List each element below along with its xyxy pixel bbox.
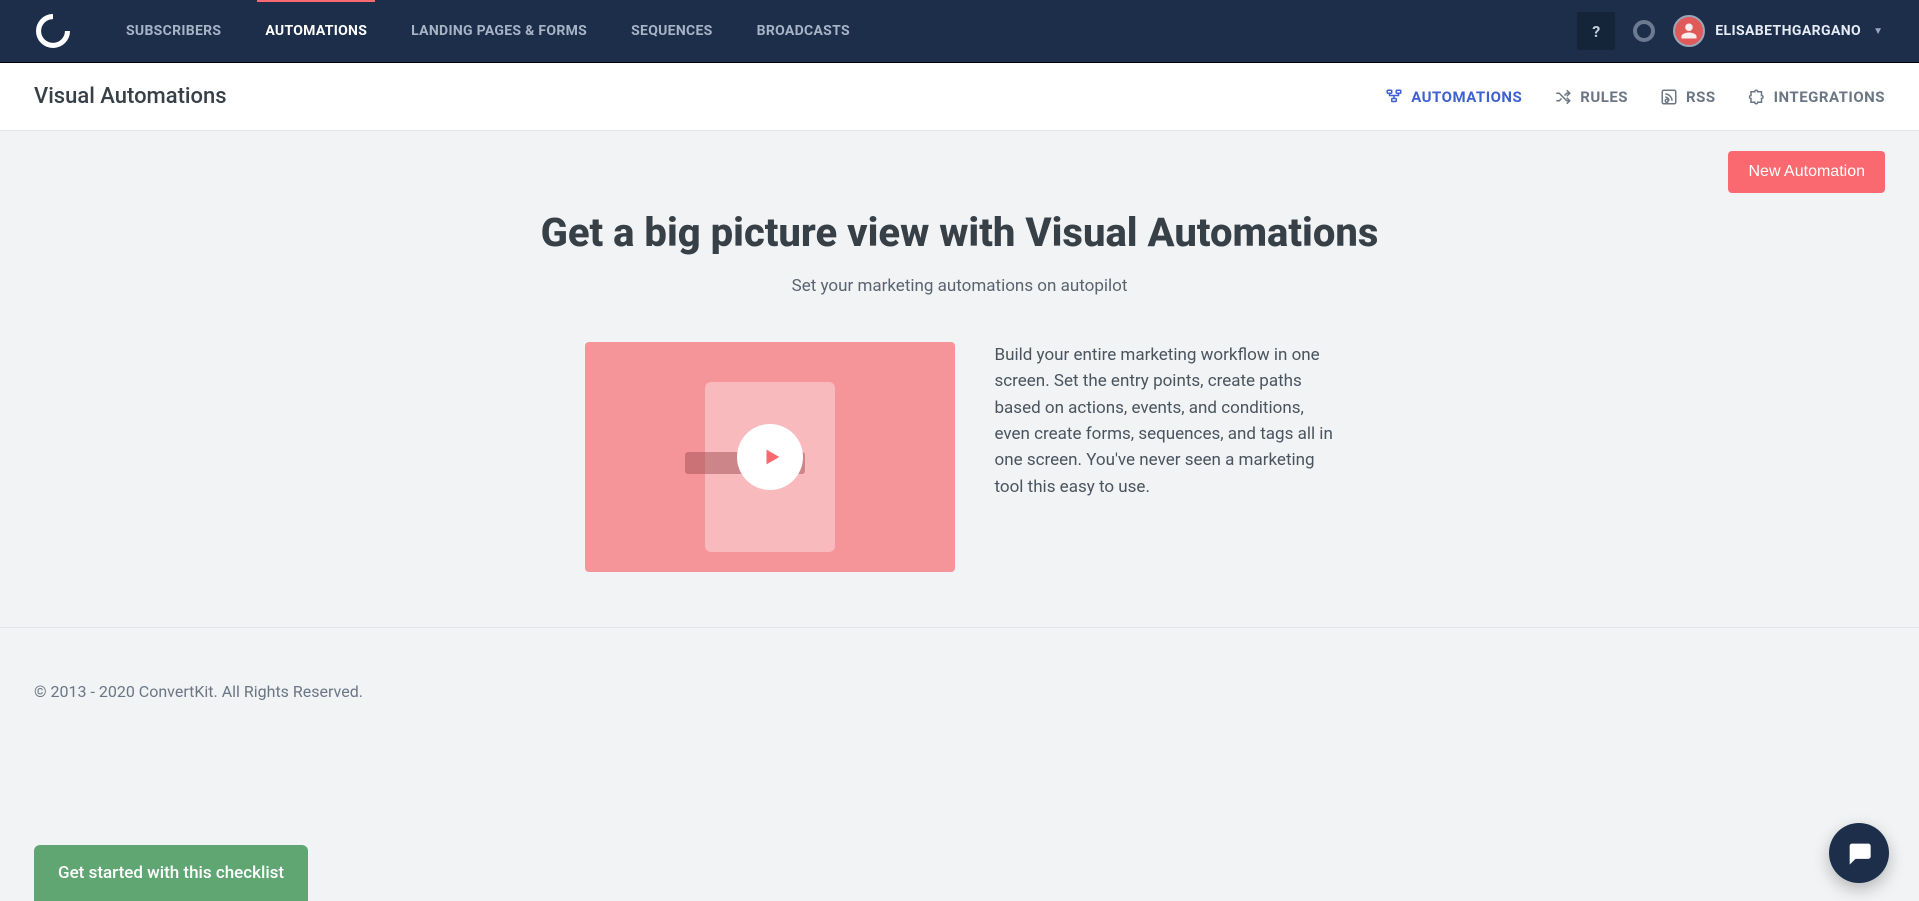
shuffle-icon bbox=[1554, 88, 1572, 106]
media-row: Build your entire marketing workflow in … bbox=[34, 342, 1885, 572]
primary-nav: SUBSCRIBERS AUTOMATIONS LANDING PAGES & … bbox=[126, 0, 850, 62]
help-button[interactable]: ? bbox=[1577, 12, 1615, 50]
play-button[interactable] bbox=[737, 424, 803, 490]
subnav-item-label: RSS bbox=[1686, 88, 1716, 106]
action-row: New Automation bbox=[34, 131, 1885, 193]
subnav-rules[interactable]: RULES bbox=[1554, 88, 1628, 106]
status-indicator-icon[interactable] bbox=[1633, 20, 1655, 42]
topbar-right-group: ? ELISABETHGARGANO ▼ bbox=[1577, 12, 1883, 50]
top-nav: SUBSCRIBERS AUTOMATIONS LANDING PAGES & … bbox=[0, 0, 1919, 63]
subnav-rss[interactable]: RSS bbox=[1660, 88, 1716, 106]
logo-link[interactable] bbox=[36, 14, 70, 48]
subnav-integrations[interactable]: INTEGRATIONS bbox=[1748, 88, 1885, 106]
subheader: Visual Automations AUTOMATIONS RULES RSS… bbox=[0, 63, 1919, 131]
avatar bbox=[1673, 15, 1705, 47]
subnav-item-label: AUTOMATIONS bbox=[1411, 88, 1522, 106]
nav-landing-pages-forms[interactable]: LANDING PAGES & FORMS bbox=[411, 0, 587, 62]
nav-automations[interactable]: AUTOMATIONS bbox=[265, 0, 367, 62]
page-title: Visual Automations bbox=[34, 84, 227, 109]
user-name-label: ELISABETHGARGANO bbox=[1715, 23, 1861, 39]
subnav-automations[interactable]: AUTOMATIONS bbox=[1385, 88, 1522, 106]
video-thumbnail[interactable] bbox=[585, 342, 955, 572]
chevron-down-icon: ▼ bbox=[1873, 26, 1883, 37]
nav-sequences[interactable]: SEQUENCES bbox=[631, 0, 712, 62]
hero-title: Get a big picture view with Visual Autom… bbox=[34, 209, 1885, 256]
person-icon bbox=[1680, 22, 1698, 40]
logo-icon bbox=[36, 14, 70, 48]
nav-broadcasts[interactable]: BROADCASTS bbox=[757, 0, 850, 62]
puzzle-icon bbox=[1748, 88, 1766, 106]
workflow-icon bbox=[1385, 88, 1403, 106]
chat-launcher[interactable] bbox=[1829, 823, 1889, 883]
hero-body-text: Build your entire marketing workflow in … bbox=[995, 342, 1335, 500]
hero-subtitle: Set your marketing automations on autopi… bbox=[34, 276, 1885, 296]
new-automation-button[interactable]: New Automation bbox=[1728, 151, 1885, 193]
subnav-item-label: INTEGRATIONS bbox=[1774, 88, 1885, 106]
copyright-text: © 2013 - 2020 ConvertKit. All Rights Res… bbox=[34, 682, 1885, 701]
main-content: New Automation Get a big picture view wi… bbox=[0, 131, 1919, 572]
footer: © 2013 - 2020 ConvertKit. All Rights Res… bbox=[0, 627, 1919, 701]
play-icon bbox=[761, 446, 783, 468]
checklist-button[interactable]: Get started with this checklist bbox=[34, 845, 308, 901]
nav-subscribers[interactable]: SUBSCRIBERS bbox=[126, 0, 221, 62]
subnav: AUTOMATIONS RULES RSS INTEGRATIONS bbox=[1385, 88, 1885, 106]
hero-section: Get a big picture view with Visual Autom… bbox=[34, 209, 1885, 296]
user-menu[interactable]: ELISABETHGARGANO ▼ bbox=[1673, 15, 1883, 47]
chat-icon bbox=[1845, 839, 1873, 867]
rss-icon bbox=[1660, 88, 1678, 106]
subnav-item-label: RULES bbox=[1580, 88, 1628, 106]
